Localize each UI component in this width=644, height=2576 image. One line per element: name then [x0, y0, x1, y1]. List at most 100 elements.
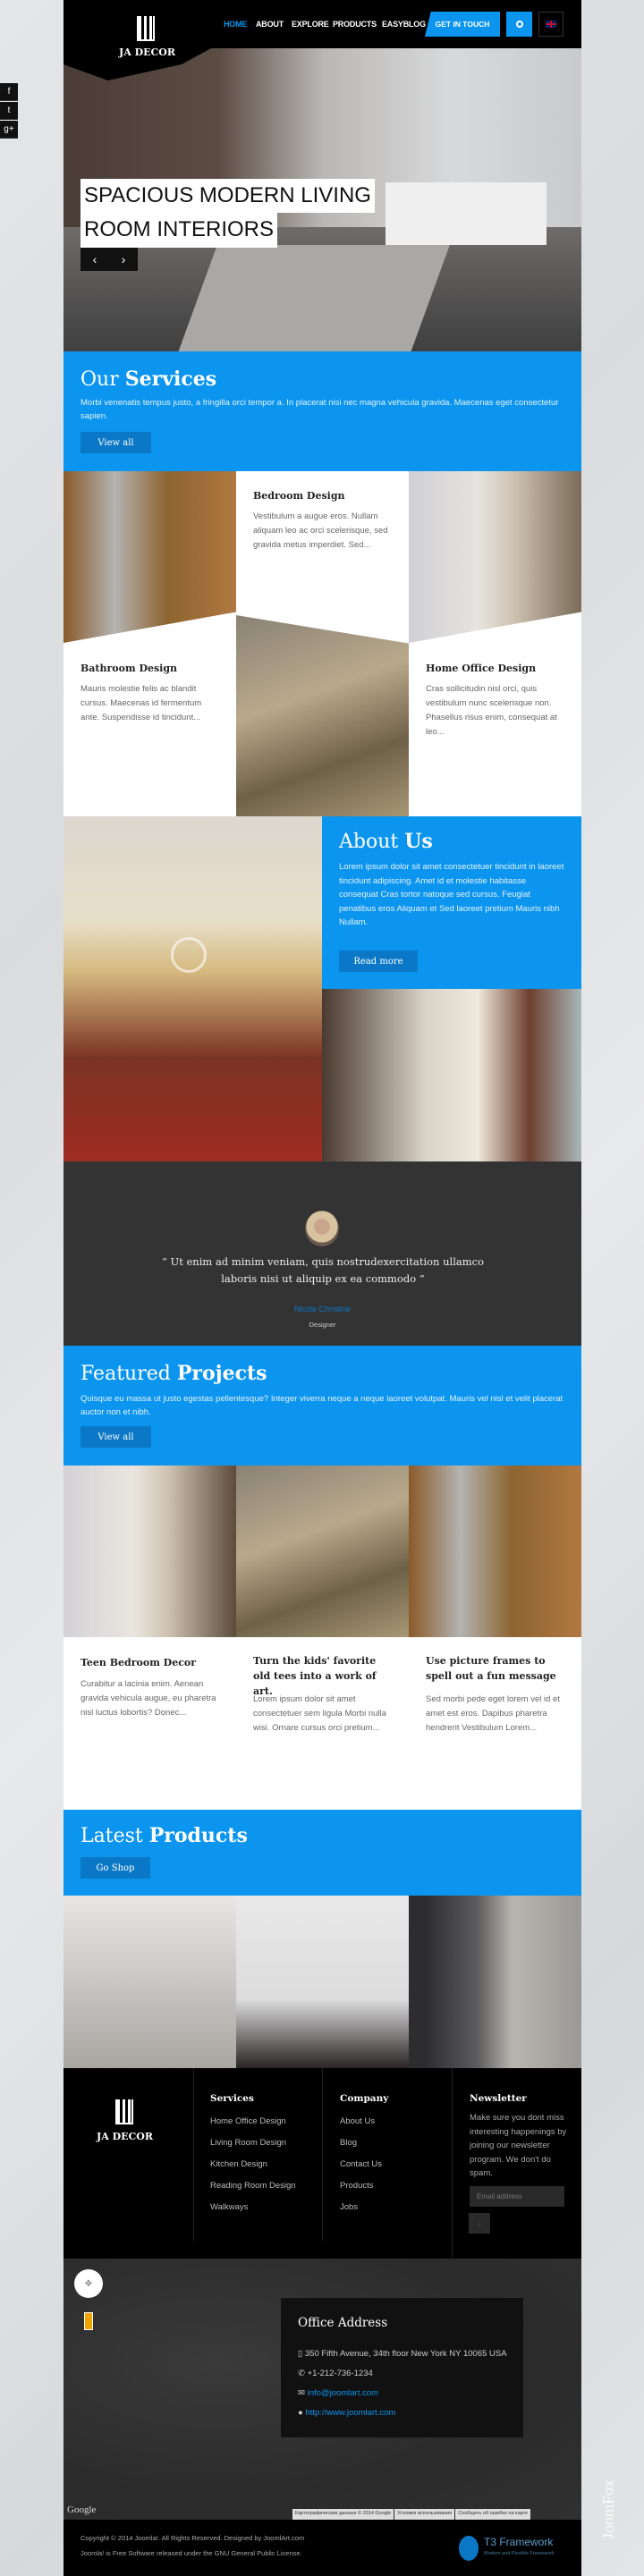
service-title: Home Office Design: [426, 663, 537, 674]
services-section: Our Services Morbi venenatis tempus just…: [64, 351, 581, 471]
slider-next-button[interactable]: ›: [109, 248, 138, 271]
joomfox-watermark: JoomFox: [599, 2479, 617, 2539]
service-image-kitchen: [64, 471, 236, 643]
service-text: Mauris molestie felis ac blandit cursus.…: [80, 684, 202, 722]
footer-link[interactable]: Products: [340, 2181, 374, 2191]
web-link[interactable]: http://www.joomlart.com: [305, 2408, 395, 2418]
t3-framework-logo[interactable]: T3 Framework: [484, 2536, 553, 2548]
go-shop-button[interactable]: Go Shop: [80, 1857, 150, 1879]
language-button[interactable]: [538, 12, 564, 37]
logo-icon: [137, 16, 155, 41]
testimonial-quote: “ Ut enim ad minim veniam, quis nostrude…: [162, 1255, 484, 1285]
testimonial-name[interactable]: Nicole Christine: [64, 1305, 581, 1313]
project-title[interactable]: Use picture frames to spell out a fun me…: [426, 1653, 569, 1684]
service-text: Cras sollicitudin nisl orci, quis vestib…: [426, 684, 557, 737]
email-row: ✉ info@joomlart.com: [298, 2388, 378, 2398]
about-desc: Lorem ipsum dolor sit amet consectetuer …: [339, 862, 564, 927]
slider-prev-button[interactable]: ‹: [80, 248, 109, 271]
map[interactable]: ✥ Google Картографические данные © 2014 …: [64, 2259, 581, 2520]
footer-link[interactable]: Living Room Design: [210, 2138, 286, 2148]
footer-services-title: Services: [210, 2093, 254, 2104]
services-view-all-button[interactable]: View all: [80, 432, 151, 453]
footer-link[interactable]: Home Office Design: [210, 2116, 286, 2126]
about-title: About Us: [339, 830, 433, 853]
project-title[interactable]: Teen Bedroom Decor: [80, 1653, 224, 1673]
uk-flag-icon: [546, 21, 556, 28]
footer-link[interactable]: Kitchen Design: [210, 2159, 267, 2169]
get-in-touch-button[interactable]: GET IN TOUCH: [425, 12, 500, 37]
t3-tagline: Modern and Flexible Framework: [484, 2551, 555, 2556]
footer-newsletter-title: Newsletter: [470, 2093, 527, 2104]
copyright-text: Copyright © 2014 Joomla!. All Rights Res…: [80, 2534, 305, 2542]
avatar: [305, 1211, 339, 1246]
nav-home[interactable]: HOME: [224, 20, 247, 29]
t3-logo-icon[interactable]: [459, 2536, 479, 2561]
footer: JA DECOR Services Home Office Design Liv…: [64, 2068, 581, 2259]
nav-easyblog[interactable]: EASYBLOG: [382, 20, 426, 29]
chevron-right-icon: ›: [121, 252, 126, 266]
newsletter-email-input[interactable]: [470, 2186, 564, 2207]
email-link[interactable]: info@joomlart.com: [308, 2388, 378, 2398]
play-icon[interactable]: [171, 937, 207, 973]
nav-explore[interactable]: EXPLORE: [292, 20, 329, 29]
footer-link[interactable]: Blog: [340, 2138, 357, 2148]
footer-link[interactable]: Walkways: [210, 2202, 248, 2212]
twitter-icon: t: [7, 106, 11, 115]
service-text: Vestibulum a augue eros. Nullam aliquam …: [253, 511, 388, 550]
read-more-button[interactable]: Read more: [339, 950, 418, 972]
services-desc: Morbi venenatis tempus justo, a fringill…: [80, 398, 559, 421]
footer-link[interactable]: Reading Room Design: [210, 2181, 296, 2191]
project-image[interactable]: [236, 1465, 409, 1637]
twitter-button[interactable]: t: [0, 102, 18, 120]
project-text: Curabitur a lacinia enim. Aenean gravida…: [80, 1679, 216, 1718]
hero-title-line1: SPACIOUS MODERN LIVING: [80, 179, 375, 213]
address-row: ▯ 350 Fifth Avenue, 34th floor New York …: [298, 2349, 507, 2359]
license-text: Joomla! is Free Software released under …: [80, 2549, 302, 2557]
nav-about[interactable]: ABOUT: [256, 20, 284, 29]
project-text: Lorem ipsum dolor sit amet consectetuer …: [253, 1694, 386, 1733]
footer-logo-text: JA DECOR: [97, 2131, 153, 2142]
google-plus-icon: g+: [4, 124, 14, 134]
office-title: Office Address: [298, 2316, 388, 2330]
newsletter-text: Make sure you dont miss interesting happ…: [470, 2113, 567, 2178]
product-image[interactable]: [64, 1896, 236, 2068]
footer-company-title: Company: [340, 2093, 389, 2104]
rug-image: [178, 245, 450, 352]
footer-link[interactable]: Contact Us: [340, 2159, 382, 2169]
about-image-lounge: [322, 989, 581, 1161]
page: SPACIOUS MODERN LIVING ROOM INTERIORS ‹ …: [64, 0, 581, 2576]
facebook-button[interactable]: f: [0, 83, 18, 101]
service-title: Bedroom Design: [253, 490, 345, 502]
about-image-living-room: [64, 816, 322, 1161]
logo-text: JA DECOR: [119, 46, 175, 58]
hero-title-line2: ROOM INTERIORS: [80, 213, 278, 248]
nav-products[interactable]: PRODUCTS: [333, 20, 377, 29]
services-title: Our Services: [80, 367, 217, 391]
map-attribution: Картографические данные © 2014 Google Ус…: [292, 2509, 531, 2520]
service-image-living: [409, 471, 581, 643]
chevron-left-icon: ‹: [92, 252, 97, 266]
project-image[interactable]: [64, 1465, 236, 1637]
web-row: ● http://www.joomlart.com: [298, 2408, 395, 2418]
search-button[interactable]: [506, 12, 532, 37]
map-pan-control[interactable]: ✥: [74, 2269, 103, 2298]
product-image[interactable]: [409, 1896, 581, 2068]
about-section: About Us Lorem ipsum dolor sit amet cons…: [322, 816, 581, 989]
phone-row: ✆ +1-212-736-1234: [298, 2369, 373, 2378]
google-logo: Google: [67, 2504, 97, 2515]
facebook-icon: f: [7, 87, 11, 97]
footer-link[interactable]: About Us: [340, 2116, 375, 2126]
newsletter-submit-button[interactable]: ›: [469, 2213, 490, 2234]
project-image[interactable]: [409, 1465, 581, 1637]
street-view-pegman-icon[interactable]: [84, 2312, 93, 2330]
bottom-bar: Copyright © 2014 Joomla!. All Rights Res…: [64, 2520, 581, 2576]
product-image[interactable]: [236, 1896, 409, 2068]
footer-link[interactable]: Jobs: [340, 2202, 358, 2212]
bed-image: [386, 182, 547, 245]
project-text: Sed morbi pede eget lorem vel id et amet…: [426, 1694, 560, 1733]
projects-view-all-button[interactable]: View all: [80, 1426, 151, 1448]
phone-icon: ✆: [298, 2369, 308, 2378]
google-plus-button[interactable]: g+: [0, 121, 18, 139]
mobile-icon: ▯: [298, 2349, 305, 2359]
office-address-box: Office Address ▯ 350 Fifth Avenue, 34th …: [281, 2298, 523, 2437]
